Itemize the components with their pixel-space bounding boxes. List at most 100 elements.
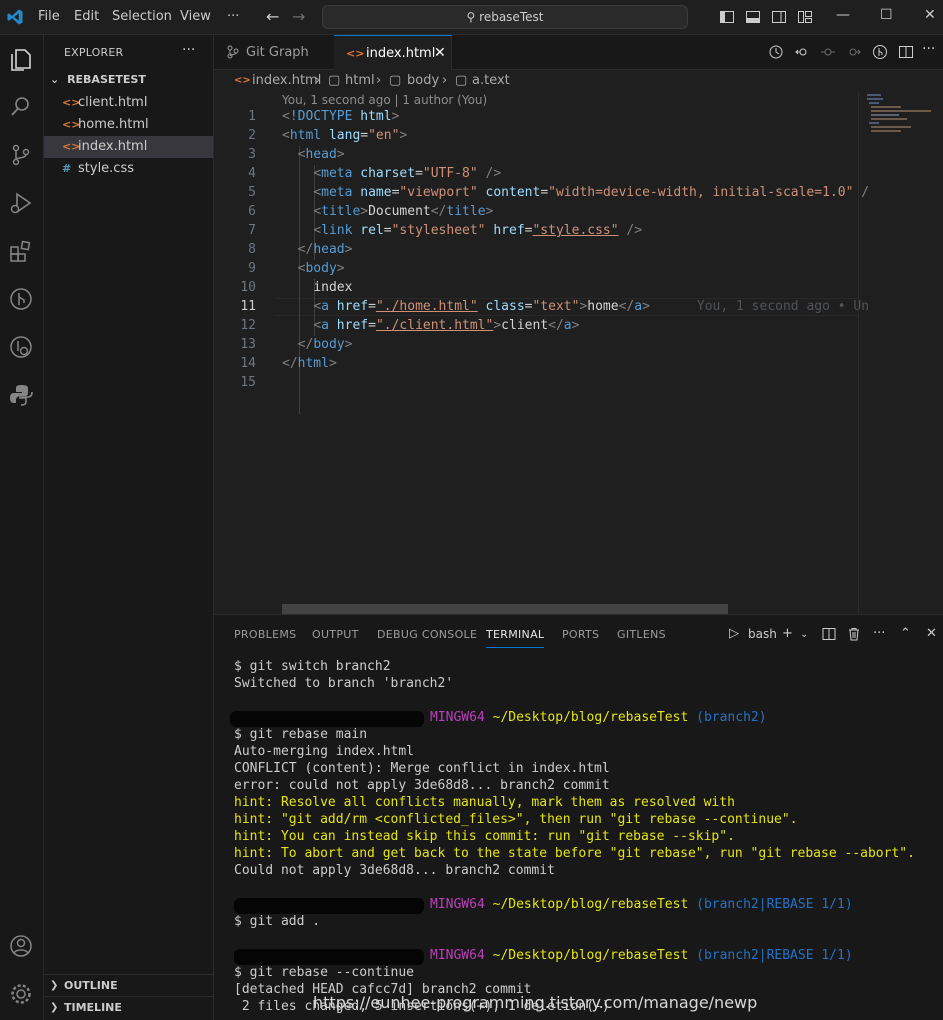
code-line: <head>: [297, 147, 345, 162]
accounts-icon[interactable]: [7, 932, 35, 960]
toggle-primary-sidebar-icon[interactable]: [719, 9, 735, 25]
breadcrumb: <> index.html › ▢ html › ▢ body › ▢ a.te…: [214, 70, 943, 92]
line-number: 7: [248, 223, 256, 238]
file-name: index.html: [78, 139, 148, 154]
terminal-prompt: MINGW64 ~/Desktop/blog/rebaseTest (branc…: [430, 897, 853, 912]
chevron-down-icon[interactable]: ⌄: [800, 629, 808, 640]
split-terminal-icon[interactable]: [822, 627, 836, 641]
terminal-line: $ git rebase main: [234, 727, 368, 742]
outline-section[interactable]: ❯ OUTLINE: [44, 974, 213, 997]
toggle-secondary-sidebar-icon[interactable]: [771, 9, 787, 25]
chevron-right-icon: ❯: [50, 980, 59, 991]
tab-terminal[interactable]: TERMINAL: [486, 628, 545, 648]
tab-git-graph[interactable]: Git Graph: [214, 35, 335, 70]
tab-gitlens[interactable]: GITLENS: [617, 628, 666, 641]
new-terminal-icon[interactable]: +: [782, 626, 793, 641]
menu-more[interactable]: ···: [227, 9, 239, 24]
breadcrumb-file[interactable]: index.html: [252, 70, 321, 92]
customize-layout-icon[interactable]: [797, 9, 813, 25]
code-line: </body>: [297, 337, 353, 352]
css-file-icon: #: [62, 162, 72, 175]
redaction-mark: [234, 898, 424, 914]
horizontal-scrollbar[interactable]: [282, 604, 728, 614]
html-file-icon: <>: [346, 47, 365, 60]
terminal-prompt: MINGW64 ~/Desktop/blog/rebaseTest (branc…: [430, 710, 767, 725]
search-icon[interactable]: [7, 93, 35, 121]
workspace-folder[interactable]: ⌄ REBASETEST: [50, 73, 146, 86]
open-changes-icon[interactable]: [794, 44, 810, 60]
close-icon[interactable]: ✕: [924, 7, 936, 23]
sidebar-title: EXPLORER: [64, 46, 124, 59]
code-line: <body>: [297, 261, 345, 276]
file-item-client[interactable]: <> client.html: [44, 92, 213, 114]
shell-name[interactable]: bash: [748, 627, 777, 641]
code-line: index: [313, 280, 353, 295]
more-actions-icon[interactable]: ···: [873, 626, 885, 641]
menu-view[interactable]: View: [180, 9, 211, 24]
blame-codelens[interactable]: You, 1 second ago | 1 author (You): [282, 93, 487, 107]
forward-arrow-icon[interactable]: →: [292, 7, 305, 26]
close-panel-icon[interactable]: ✕: [926, 626, 937, 641]
maximize-icon[interactable]: ☐: [880, 7, 893, 23]
source-control-icon[interactable]: [7, 141, 35, 169]
line-number: 1: [248, 109, 256, 124]
extensions-icon[interactable]: [7, 237, 35, 265]
line-number: 2: [248, 128, 256, 143]
search-icon: ⚲: [466, 10, 476, 24]
chevron-right-icon: ›: [315, 73, 321, 88]
command-center-search[interactable]: ⚲ rebaseTest: [322, 5, 688, 29]
html-file-icon: <>: [234, 75, 251, 86]
git-graph-icon[interactable]: [7, 285, 35, 313]
file-item-home[interactable]: <> home.html: [44, 114, 213, 136]
gitlens-icon[interactable]: [7, 333, 35, 361]
file-history-icon[interactable]: [768, 44, 784, 60]
symbol-icon: ▢: [389, 73, 402, 88]
code-line: <meta name="viewport" content="width=dev…: [313, 185, 870, 200]
editor-tab-bar: Git Graph <> index.html ✕ ···: [214, 35, 943, 70]
terminal-line: Could not apply 3de68d8... branch2 commi…: [234, 863, 555, 878]
trash-icon[interactable]: [847, 627, 861, 641]
manage-gear-icon[interactable]: [7, 980, 35, 1008]
breadcrumb-a-text[interactable]: a.text: [472, 70, 510, 92]
line-number: 6: [248, 204, 256, 219]
tab-output[interactable]: OUTPUT: [312, 628, 359, 641]
minimize-icon[interactable]: —: [836, 7, 850, 23]
symbol-icon: ▢: [455, 73, 468, 88]
tab-problems[interactable]: PROBLEMS: [234, 628, 296, 641]
minimap[interactable]: [858, 92, 943, 614]
timeline-section[interactable]: ❯ TIMELINE: [44, 996, 213, 1019]
more-actions-icon[interactable]: ···: [182, 42, 195, 58]
more-actions-icon[interactable]: ···: [922, 41, 935, 57]
file-item-style[interactable]: # style.css: [44, 158, 213, 180]
terminal-line: Auto-merging index.html: [234, 744, 415, 759]
line-number: 13: [240, 337, 256, 352]
terminal-prompt: MINGW64 ~/Desktop/blog/rebaseTest (branc…: [430, 948, 853, 963]
menu-selection[interactable]: Selection: [112, 9, 172, 24]
file-item-index[interactable]: <> index.html: [44, 136, 213, 158]
file-name: home.html: [78, 117, 149, 132]
python-icon[interactable]: [7, 381, 35, 409]
split-editor-icon[interactable]: [898, 44, 914, 60]
maximize-panel-icon[interactable]: ⌃: [900, 626, 911, 641]
code-line: <link rel="stylesheet" href="style.css" …: [313, 223, 643, 238]
breadcrumb-body[interactable]: body: [407, 70, 439, 92]
terminal-line: error: could not apply 3de68d8... branch…: [234, 778, 610, 793]
toggle-blame-icon[interactable]: [872, 44, 888, 60]
tab-ports[interactable]: PORTS: [562, 628, 599, 641]
line-number: 12: [240, 318, 256, 333]
explorer-icon[interactable]: [7, 45, 35, 73]
tab-debug-console[interactable]: DEBUG CONSOLE: [377, 628, 477, 641]
close-tab-icon[interactable]: ✕: [434, 36, 446, 71]
code-line: <meta charset="UTF-8" />: [313, 166, 502, 181]
breadcrumb-html[interactable]: html: [345, 70, 375, 92]
toggle-panel-icon[interactable]: [745, 9, 761, 25]
code-editor[interactable]: You, 1 second ago | 1 author (You) 1 2 3…: [214, 92, 943, 614]
menu-edit[interactable]: Edit: [74, 9, 99, 24]
back-arrow-icon[interactable]: ←: [266, 7, 279, 26]
activity-bar: [0, 35, 44, 1020]
menu-file[interactable]: File: [38, 9, 60, 24]
next-revision-icon[interactable]: [846, 44, 862, 60]
previous-revision-icon[interactable]: [820, 44, 836, 60]
tab-index-html[interactable]: <> index.html ✕: [334, 35, 452, 70]
run-debug-icon[interactable]: [7, 189, 35, 217]
